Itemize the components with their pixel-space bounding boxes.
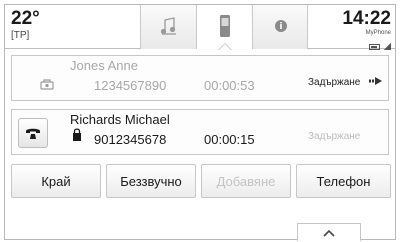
tab-phone[interactable] — [196, 5, 252, 50]
call-duration: 00:00:53 — [204, 78, 255, 93]
phone-menu-button[interactable]: Телефон — [296, 164, 391, 198]
temperature: 22° — [11, 8, 40, 29]
active-tab-indicator — [218, 43, 232, 50]
caller-name: Richards Michael — [70, 112, 170, 127]
call-on-hold-icon — [40, 79, 54, 90]
answer-call-button[interactable] — [18, 118, 48, 148]
caller-name: Jones Anne — [70, 58, 138, 73]
swap-calls-button[interactable] — [361, 71, 391, 91]
chevron-up-icon — [323, 229, 335, 237]
mute-button[interactable]: Беззвучно — [106, 164, 196, 198]
call-state: Задържане — [308, 131, 361, 142]
phone-status-icons — [369, 42, 391, 50]
expand-menu-button[interactable] — [297, 223, 361, 241]
music-note-icon — [160, 17, 176, 35]
traffic-program-indicator: [TP] — [11, 30, 30, 41]
call-row-active[interactable]: Richards Michael 9012345678 00:00:15 Зад… — [11, 109, 389, 155]
phone-call-screen: 22° [TP] 14:22 MyPhone Jones Anne 123456… — [4, 4, 396, 241]
phone-icon — [26, 128, 40, 139]
clock: 14:22 — [342, 8, 391, 29]
call-actions: Край Беззвучно Добавяне Телефон — [11, 164, 391, 198]
call-row-held[interactable]: Jones Anne 1234567890 00:00:53 Задържане — [11, 55, 389, 101]
app-tabs — [140, 5, 308, 50]
clock-display: 14:22 MyPhone — [342, 8, 391, 55]
battery-icon — [369, 44, 380, 50]
tab-info[interactable] — [252, 5, 308, 49]
call-state: Задържане — [308, 77, 361, 88]
status-header: 22° [TP] 14:22 MyPhone — [5, 5, 395, 50]
tab-audio[interactable] — [140, 5, 196, 49]
temperature-display[interactable]: 22° [TP] — [11, 8, 40, 42]
swap-arrow-icon — [369, 77, 382, 85]
active-call-icon — [73, 128, 81, 141]
end-call-button[interactable]: Край — [11, 164, 101, 198]
device-name: MyPhone — [365, 30, 391, 36]
info-icon — [275, 20, 287, 32]
caller-number: 1234567890 — [94, 78, 167, 93]
signal-strength-icon — [383, 43, 391, 50]
add-call-button: Добавяне — [201, 164, 291, 198]
caller-number: 9012345678 — [94, 132, 167, 147]
call-duration: 00:00:15 — [204, 132, 255, 147]
